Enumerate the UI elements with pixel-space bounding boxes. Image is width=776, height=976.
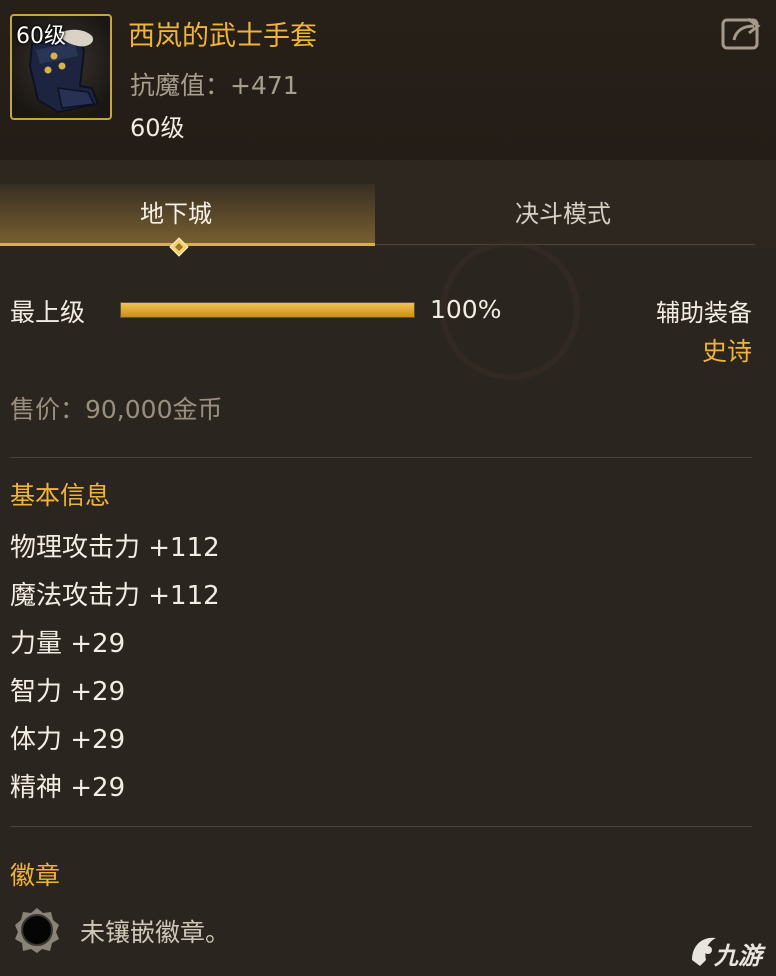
divider xyxy=(10,457,752,458)
item-magic-resist: 抗魔值：+471 xyxy=(130,71,299,100)
stat-strength: 力量 +29 xyxy=(10,629,126,659)
tab-divider xyxy=(375,244,755,245)
equip-type: 辅助装备 xyxy=(656,299,752,327)
tab-duel[interactable]: 决斗模式 xyxy=(515,194,611,229)
emblem-title: 徽章 xyxy=(10,861,61,890)
divider xyxy=(10,826,752,827)
item-level: 60级 xyxy=(130,114,185,142)
upgrade-progress-bar xyxy=(120,302,415,318)
mode-tabs: 地下城 决斗模式 xyxy=(0,160,776,257)
jiuyou-logo-text: 九游 xyxy=(714,942,762,970)
upgrade-progress-fill xyxy=(121,303,414,317)
equip-rarity: 史诗 xyxy=(701,337,752,366)
tab-dungeon-label[interactable]: 地下城 xyxy=(140,194,212,229)
stat-spirit: 精神 +29 xyxy=(10,773,126,803)
upgrade-label: 最上级 xyxy=(10,298,86,327)
stat-magic-attack: 魔法攻击力 +112 xyxy=(10,581,220,611)
emblem-slot-icon[interactable] xyxy=(14,907,60,953)
share-icon[interactable] xyxy=(720,14,764,52)
stat-intelligence: 智力 +29 xyxy=(10,677,126,707)
sell-price: 售价：90,000金币 xyxy=(10,395,223,424)
diamond-icon xyxy=(169,237,189,257)
emblem-empty-text: 未镶嵌徽章。 xyxy=(80,918,231,947)
stat-physical-attack: 物理攻击力 +112 xyxy=(10,533,220,563)
item-level-badge: 60级 xyxy=(16,24,66,49)
item-header: 60级 西岚的武士手套 抗魔值：+471 60级 xyxy=(0,0,776,160)
item-name: 西岚的武士手套 xyxy=(128,21,317,52)
upgrade-progress-text: 100% xyxy=(430,295,502,324)
basic-info-title: 基本信息 xyxy=(10,481,111,510)
item-icon-frame[interactable]: 60级 xyxy=(10,14,112,120)
stat-vitality: 体力 +29 xyxy=(10,725,126,755)
